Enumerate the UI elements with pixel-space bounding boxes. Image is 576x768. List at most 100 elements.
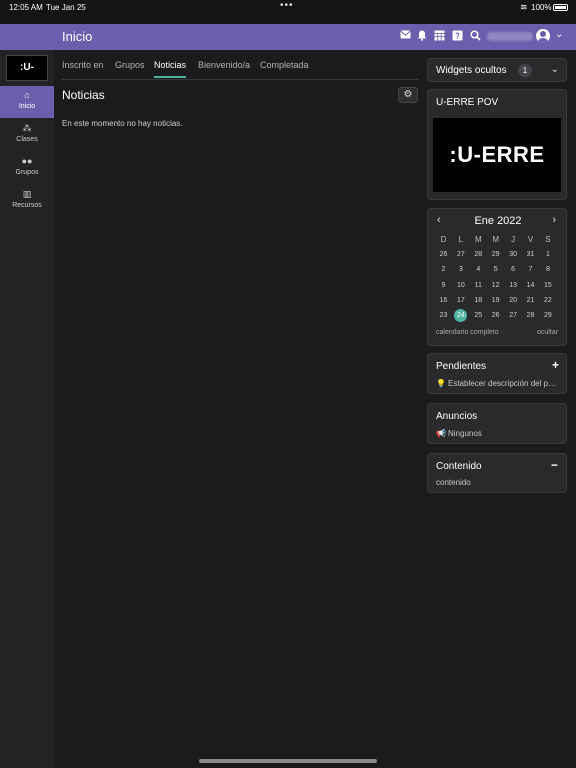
calendar-day[interactable]: 30 bbox=[506, 248, 521, 261]
calendar-day[interactable]: 6 bbox=[506, 263, 521, 276]
home-icon: ⌂ bbox=[24, 90, 30, 100]
collapse-icon[interactable]: − bbox=[551, 458, 558, 472]
calendar-day[interactable]: 25 bbox=[471, 309, 486, 322]
hide-calendar-link[interactable]: ocultar bbox=[537, 329, 558, 336]
svg-text:?: ? bbox=[455, 32, 460, 41]
calendar-day-today[interactable]: 24 bbox=[454, 309, 468, 322]
hidden-widgets-card[interactable]: Widgets ocultos 1 ⌄ bbox=[427, 58, 567, 82]
calendar-month: Ene 2022 bbox=[474, 215, 522, 227]
calendar-weekday: S bbox=[545, 235, 551, 244]
gear-icon[interactable]: ⚙ bbox=[398, 87, 418, 103]
battery-icon bbox=[553, 4, 568, 11]
sidebar-item-grupos[interactable]: ●● Grupos bbox=[0, 152, 54, 184]
pending-title: Pendientes bbox=[436, 361, 487, 372]
full-calendar-link[interactable]: calendario completo bbox=[436, 329, 499, 336]
user-name-blurred[interactable] bbox=[487, 32, 533, 41]
home-indicator[interactable] bbox=[199, 759, 377, 763]
main-tabs: Inscrito en Grupos Noticias Bienvenido/a… bbox=[62, 58, 418, 80]
sidebar-item-recursos[interactable]: ▥ Recursos bbox=[0, 185, 54, 217]
calendar-day[interactable]: 29 bbox=[540, 309, 555, 322]
chevron-right-icon[interactable]: › bbox=[552, 214, 556, 226]
calendar-day[interactable]: 14 bbox=[523, 279, 538, 292]
sidebar-item-inicio[interactable]: ⌂ Inicio bbox=[0, 86, 54, 118]
calendar-day[interactable]: 4 bbox=[471, 263, 486, 276]
calendar-day[interactable]: 20 bbox=[506, 294, 521, 307]
page-title: Inicio bbox=[62, 29, 93, 44]
sidebar-item-label: Clases bbox=[16, 136, 38, 143]
calendar-day[interactable]: 13 bbox=[506, 279, 521, 292]
pending-card: Pendientes + 💡 Establecer descripción del… bbox=[427, 353, 567, 394]
sidebar-item-label: Recursos bbox=[12, 202, 42, 209]
calendar-day[interactable]: 10 bbox=[453, 279, 468, 292]
classes-icon: ⁂ bbox=[22, 123, 32, 133]
calendar-day[interactable]: 28 bbox=[523, 309, 538, 322]
mail-icon[interactable] bbox=[399, 30, 411, 42]
sidebar-item-label: Inicio bbox=[18, 103, 36, 110]
hidden-widgets-title: Widgets ocultos bbox=[436, 65, 507, 76]
calendar-day[interactable]: 11 bbox=[471, 279, 486, 292]
calendar-day[interactable]: 8 bbox=[540, 263, 555, 276]
calendar-day[interactable]: 7 bbox=[523, 263, 538, 276]
user-avatar[interactable] bbox=[536, 29, 550, 43]
chevron-down-icon[interactable]: ⌄ bbox=[551, 64, 559, 75]
calendar-day[interactable]: 26 bbox=[488, 309, 503, 322]
announcement-item: 📢 Ningunos bbox=[436, 429, 482, 438]
calendar-day[interactable]: 12 bbox=[488, 279, 503, 292]
empty-news-message: En este momento no hay noticias. bbox=[62, 119, 183, 128]
megaphone-icon: 📢 bbox=[436, 429, 446, 438]
calendar-weekday: L bbox=[458, 235, 464, 244]
calendar-day[interactable]: 22 bbox=[540, 294, 555, 307]
pov-logo-image[interactable]: :U-ERRE bbox=[433, 118, 561, 192]
bell-icon[interactable] bbox=[416, 30, 428, 42]
pov-card: U-ERRE POV :U-ERRE bbox=[427, 89, 567, 200]
calendar-weekday: M bbox=[474, 235, 482, 244]
tab-completada[interactable]: Completada bbox=[260, 60, 309, 76]
calendar-day[interactable]: 31 bbox=[523, 248, 538, 261]
top-header: Inicio ? ⌄ bbox=[0, 24, 576, 50]
tab-inscrito-en[interactable]: Inscrito en bbox=[62, 60, 104, 76]
calendar-day[interactable]: 1 bbox=[540, 248, 555, 261]
calendar-day[interactable]: 16 bbox=[436, 294, 451, 307]
calendar-day[interactable]: 3 bbox=[453, 263, 468, 276]
resources-icon: ▥ bbox=[22, 189, 32, 199]
calendar-day[interactable]: 19 bbox=[488, 294, 503, 307]
calendar-day[interactable]: 28 bbox=[471, 248, 486, 261]
calendar-card: ‹ Ene 2022 › D L M M J V S 26 27 28 29 30 31 1 2 3 4 5 6 7 8… bbox=[427, 208, 567, 346]
calendar-day[interactable]: 29 bbox=[488, 248, 503, 261]
announcements-title: Anuncios bbox=[436, 411, 478, 422]
sidebar-item-clases[interactable]: ⁂ Clases bbox=[0, 119, 54, 151]
calendar-icon[interactable] bbox=[433, 30, 445, 42]
help-icon[interactable]: ? bbox=[451, 30, 463, 42]
calendar-day[interactable]: 18 bbox=[471, 294, 486, 307]
calendar-weekday: J bbox=[511, 235, 516, 244]
pending-item[interactable]: 💡 Establecer descripción del perfil bbox=[436, 379, 558, 388]
calendar-weekday: V bbox=[527, 235, 534, 244]
calendar-day[interactable]: 15 bbox=[540, 279, 555, 292]
chevron-down-icon[interactable]: ⌄ bbox=[555, 29, 563, 40]
calendar-day[interactable]: 26 bbox=[436, 248, 451, 261]
battery-percentage: 100% bbox=[531, 3, 552, 12]
tab-noticias[interactable]: Noticias bbox=[154, 60, 187, 78]
calendar-day[interactable]: 27 bbox=[453, 248, 468, 261]
pov-title: U-ERRE POV bbox=[436, 97, 499, 108]
calendar-day[interactable]: 9 bbox=[436, 279, 451, 292]
calendar-day[interactable]: 27 bbox=[506, 309, 521, 322]
calendar-day[interactable]: 17 bbox=[453, 294, 468, 307]
tab-grupos[interactable]: Grupos bbox=[115, 60, 145, 76]
content-title: Contenido bbox=[436, 461, 482, 472]
calendar-day[interactable]: 5 bbox=[488, 263, 503, 276]
status-bar: 12:05 AM Tue Jan 25 ••• ≋ 100% bbox=[0, 0, 576, 24]
groups-icon: ●● bbox=[21, 156, 33, 166]
add-icon[interactable]: + bbox=[552, 358, 559, 372]
calendar-day[interactable]: 2 bbox=[436, 263, 451, 276]
brand-logo[interactable]: :U-ERRE bbox=[6, 55, 48, 97]
calendar-weekday: D bbox=[440, 235, 447, 244]
tab-bienvenido[interactable]: Bienvenido/a bbox=[198, 60, 250, 76]
status-time: 12:05 AM bbox=[9, 3, 43, 12]
calendar-day[interactable]: 21 bbox=[523, 294, 538, 307]
calendar-day[interactable]: 23 bbox=[436, 309, 451, 322]
announcements-card: Anuncios 📢 Ningunos bbox=[427, 403, 567, 444]
search-icon[interactable] bbox=[469, 30, 481, 42]
content-item[interactable]: contenido bbox=[436, 478, 558, 487]
multitasking-dots-icon[interactable]: ••• bbox=[280, 0, 294, 11]
